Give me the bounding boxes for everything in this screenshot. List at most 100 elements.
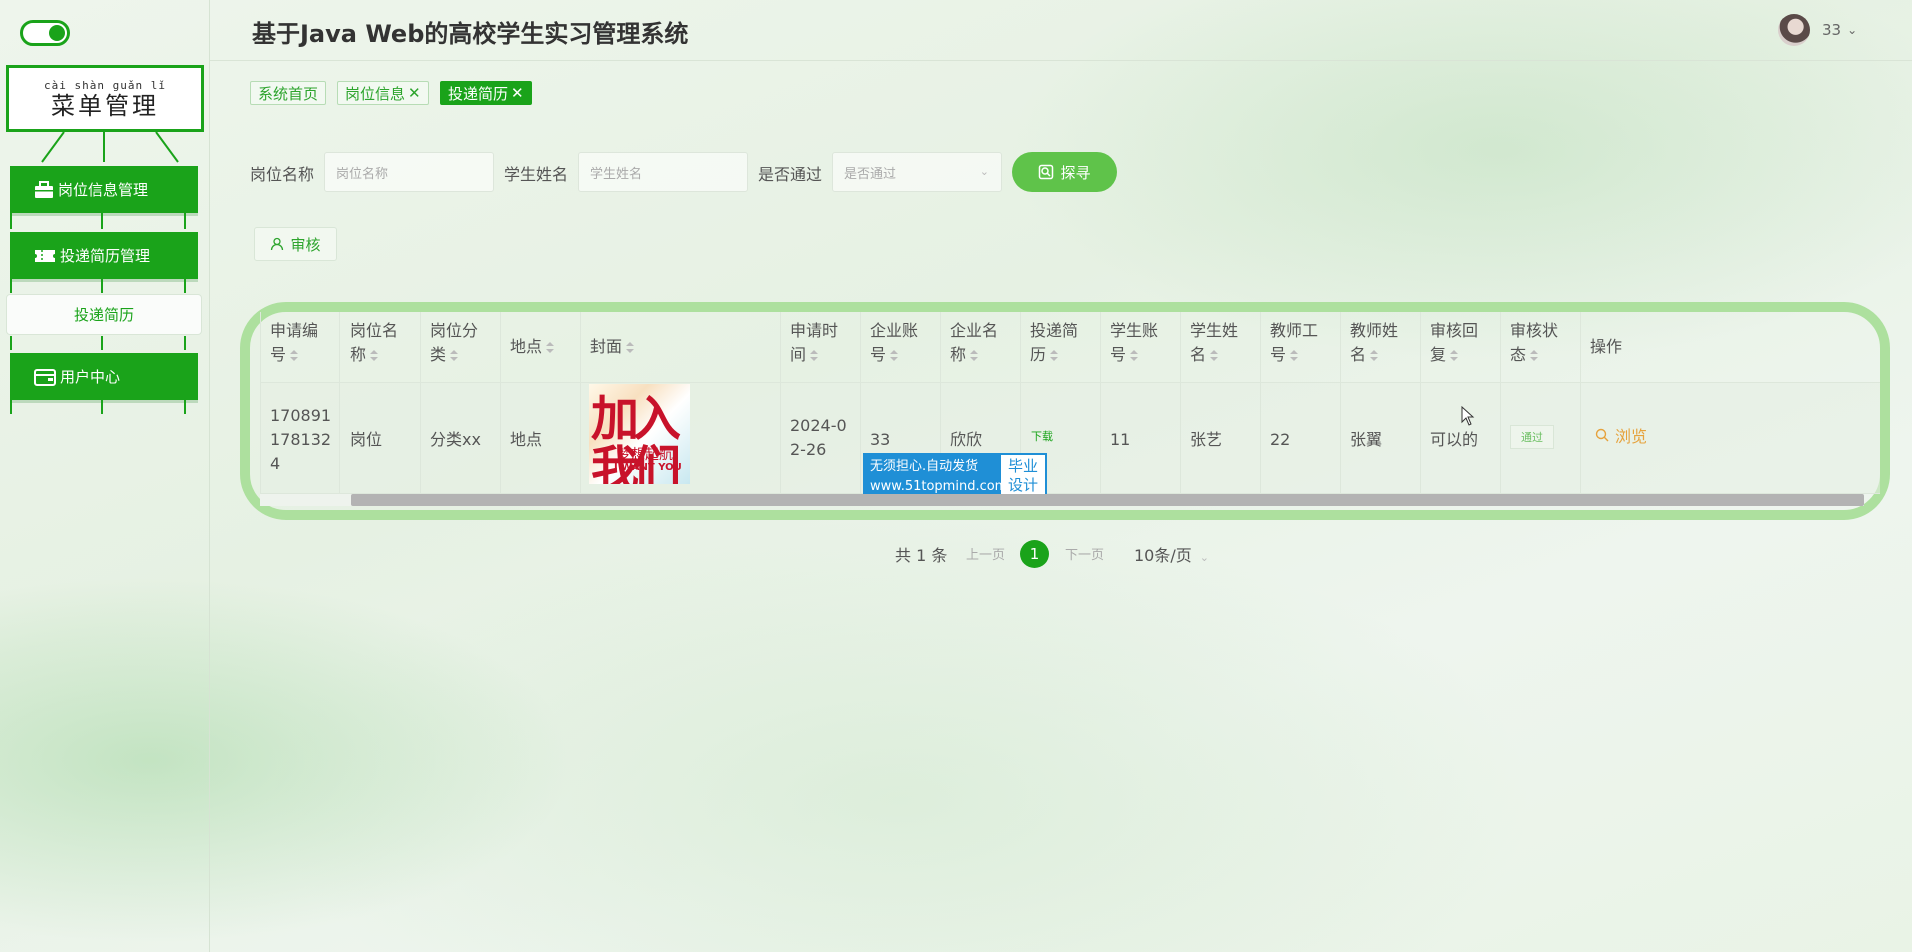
sort-icon[interactable] (810, 349, 819, 362)
column-header[interactable]: 申请编号 (270, 319, 318, 367)
avatar (1778, 14, 1810, 46)
column-header-label: 称 (950, 343, 998, 367)
column-header-text: 名 (1350, 345, 1367, 364)
sort-icon[interactable] (1370, 349, 1379, 362)
column-header[interactable]: 地点 (510, 335, 555, 359)
column-header[interactable]: 岗位名称 (350, 319, 398, 367)
cell-id: 170891 178132 4 (270, 404, 331, 476)
column-header-label: 审核回 (1430, 321, 1479, 340)
search-button[interactable]: 探寻 (1012, 152, 1117, 192)
sidebar-subitem-resume[interactable]: 投递简历 (6, 294, 202, 335)
column-header[interactable]: 申请时间 (790, 319, 838, 367)
pagination-prev[interactable]: 上一页 (966, 544, 1005, 563)
sort-icon[interactable] (370, 349, 379, 362)
header-divider (210, 60, 1912, 61)
sort-icon[interactable] (1210, 349, 1219, 362)
column-header[interactable]: 操作 (1590, 335, 1622, 359)
sort-icon[interactable] (1130, 349, 1139, 362)
cell-date-line: 2-26 (790, 440, 827, 459)
column-header-label: 复 (1430, 343, 1478, 367)
column-header[interactable]: 投递简历 (1030, 319, 1078, 367)
column-header-label: 名 (1190, 343, 1238, 367)
column-divider (1180, 312, 1181, 494)
student-name-label: 学生姓名 (504, 165, 569, 184)
column-header[interactable]: 封面 (590, 335, 635, 359)
sort-icon[interactable] (1450, 349, 1459, 362)
cell-company-account: 33 (870, 430, 891, 449)
sort-icon[interactable] (970, 349, 979, 362)
column-header-label: 号 (1270, 343, 1318, 367)
column-header-label: 教师姓 (1350, 321, 1399, 340)
tag-job-info[interactable]: 岗位信息 ✕ (337, 81, 429, 105)
pagination-page-1[interactable]: 1 (1020, 540, 1049, 568)
watermark-right1: 毕业 (1007, 457, 1038, 475)
horizontal-scrollbar[interactable] (260, 494, 1864, 506)
tag-resume[interactable]: 投递简历 ✕ (440, 81, 532, 105)
sort-icon[interactable] (290, 349, 299, 362)
cell-company-name: 欣欣 (950, 430, 983, 449)
column-header[interactable]: 教师姓名 (1350, 319, 1398, 367)
column-header-label: 企业账 (870, 321, 919, 340)
audit-button[interactable]: 审核 (254, 227, 337, 261)
pagination-next[interactable]: 下一页 (1065, 544, 1104, 563)
sidebar-item-user-center[interactable]: 用户中心 (10, 353, 198, 400)
column-header[interactable]: 岗位分类 (430, 319, 478, 367)
select-placeholder: 是否通过 (844, 166, 897, 182)
menu-title-box: cài shàn guǎn lǐ 菜单管理 (6, 65, 204, 132)
view-button[interactable]: 浏览 (1595, 423, 1647, 447)
sidebar-item-job-info[interactable]: 岗位信息管理 (10, 166, 198, 213)
student-name-input[interactable]: 学生姓名 (578, 152, 748, 192)
column-header[interactable]: 学生账号 (1110, 319, 1158, 367)
sidebar-item-label: 用户中心 (60, 368, 121, 386)
column-header-label: 申请时 (790, 321, 839, 340)
pass-status-select[interactable]: 是否通过 ⌄ (832, 152, 1002, 192)
close-icon[interactable]: ✕ (511, 84, 524, 102)
connector-lines (41, 132, 179, 163)
sort-icon[interactable] (1530, 349, 1539, 362)
resume-download-link[interactable]: 下载 (1031, 428, 1053, 444)
cell-job: 岗位 (350, 430, 383, 449)
cell-student-name: 张艺 (1190, 430, 1223, 449)
column-header-label: 号 (1110, 343, 1158, 367)
column-header-text: 号 (870, 345, 887, 364)
sort-icon[interactable] (450, 349, 459, 362)
column-header-label: 申请编 (270, 321, 319, 340)
cell-id-line: 170891 (270, 406, 332, 425)
sort-icon[interactable] (626, 341, 635, 354)
tag-home[interactable]: 系统首页 (250, 81, 327, 105)
sort-icon[interactable] (1050, 349, 1059, 362)
sidebar-item-resume-mgmt[interactable]: 投递简历管理 (10, 232, 198, 279)
column-divider (420, 312, 421, 494)
cover-caption: I WANT YOU (614, 462, 682, 473)
job-name-label: 岗位名称 (250, 165, 315, 184)
job-name-input[interactable]: 岗位名称 (324, 152, 494, 192)
sort-icon[interactable] (1290, 349, 1299, 362)
sort-icon[interactable] (890, 349, 899, 362)
column-header-label: 审核状 (1510, 321, 1559, 340)
column-header[interactable]: 审核回复 (1430, 319, 1478, 367)
column-header-text: 间 (790, 345, 807, 364)
close-icon[interactable]: ✕ (408, 84, 421, 102)
column-header-text: 复 (1430, 345, 1447, 364)
scrollbar-thumb[interactable] (351, 494, 1864, 506)
sort-icon[interactable] (546, 341, 555, 354)
column-header[interactable]: 教师工号 (1270, 319, 1318, 367)
column-header[interactable]: 企业名称 (950, 319, 998, 367)
column-divider (1420, 312, 1421, 494)
column-divider (1500, 312, 1501, 494)
column-header-text: 封面 (590, 337, 623, 356)
page-title: 基于Java Web的高校学生实习管理系统 (252, 20, 689, 48)
column-header[interactable]: 学生姓名 (1190, 319, 1238, 367)
watermark-right2: 设计 (1007, 476, 1038, 494)
column-header-label: 学生账 (1110, 321, 1159, 340)
column-header[interactable]: 审核状态 (1510, 319, 1558, 367)
cell-teacher-id: 22 (1270, 430, 1291, 449)
column-header[interactable]: 企业账号 (870, 319, 918, 367)
page-size-label: 10条/页 (1134, 546, 1192, 565)
page-size-select[interactable]: 10条/页 ⌄ (1134, 542, 1209, 566)
column-header-text: 名 (1190, 345, 1207, 364)
cell-teacher-name: 张翼 (1350, 430, 1383, 449)
sidebar: cài shàn guǎn lǐ 菜单管理 岗位信息管理 投递简历管理 投递简历… (0, 0, 210, 952)
user-menu[interactable]: 33 ⌄ (1778, 14, 1857, 46)
sidebar-toggle[interactable] (20, 20, 70, 46)
